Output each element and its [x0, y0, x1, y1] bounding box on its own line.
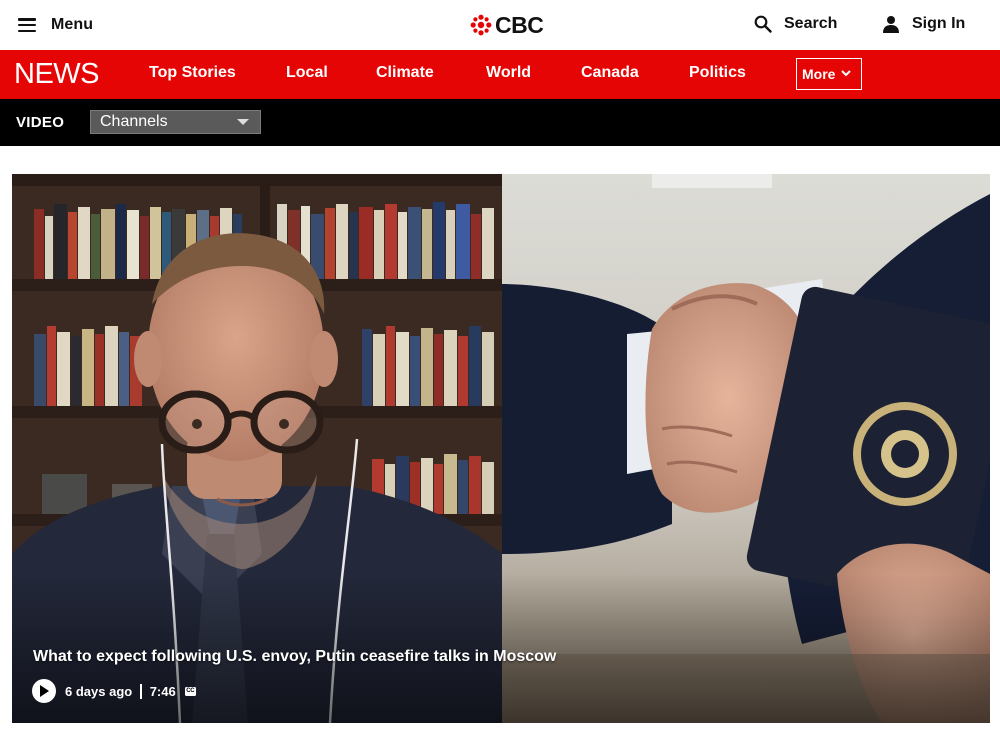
featured-video-title[interactable]: What to expect following U.S. envoy, Put…: [33, 648, 556, 666]
search-label: Search: [784, 15, 838, 32]
video-age: 6 days ago: [65, 683, 133, 699]
nav-item-world[interactable]: World: [486, 64, 531, 82]
sign-in-button[interactable]: Sign In: [882, 12, 965, 36]
news-section-logo[interactable]: NEWS: [14, 58, 100, 91]
closed-captions-icon: CC: [184, 686, 196, 696]
more-label: More: [802, 66, 836, 82]
play-icon: [40, 685, 49, 697]
nav-item-canada[interactable]: Canada: [581, 64, 639, 82]
channels-dropdown[interactable]: Channels: [90, 110, 261, 134]
more-menu-button[interactable]: More: [796, 58, 862, 90]
nav-item-climate[interactable]: Climate: [376, 64, 434, 82]
dropdown-caret-icon: [237, 119, 249, 125]
search-icon: [754, 15, 772, 33]
logo-text: CBC: [495, 11, 544, 38]
cbc-logo[interactable]: CBC: [470, 11, 544, 39]
video-subnav: VIDEO Channels: [0, 99, 1000, 146]
nav-item-politics[interactable]: Politics: [689, 64, 746, 82]
chevron-down-icon: [841, 69, 852, 76]
video-duration: 7:46: [149, 683, 176, 699]
hamburger-icon: [18, 18, 36, 32]
menu-button[interactable]: Menu: [18, 13, 93, 37]
channels-selected-value: Channels: [100, 113, 168, 130]
site-header: Menu CBC Search Sign In: [0, 0, 1000, 50]
news-nav: NEWS Top Stories Local Climate World Can…: [0, 50, 1000, 99]
menu-label: Menu: [51, 16, 94, 33]
featured-video-card[interactable]: What to expect following U.S. envoy, Put…: [12, 174, 990, 723]
meta-divider: [140, 683, 142, 699]
nav-item-local[interactable]: Local: [286, 64, 328, 82]
search-button[interactable]: Search: [754, 12, 837, 36]
sign-in-label: Sign In: [912, 15, 966, 32]
play-button[interactable]: [32, 679, 56, 703]
user-icon: [883, 16, 899, 33]
featured-video-meta: 6 days ago 7:46 CC: [32, 679, 196, 703]
video-section-label[interactable]: VIDEO: [16, 114, 64, 131]
nav-item-top-stories[interactable]: Top Stories: [149, 64, 236, 82]
cbc-gem-icon: [470, 14, 492, 36]
